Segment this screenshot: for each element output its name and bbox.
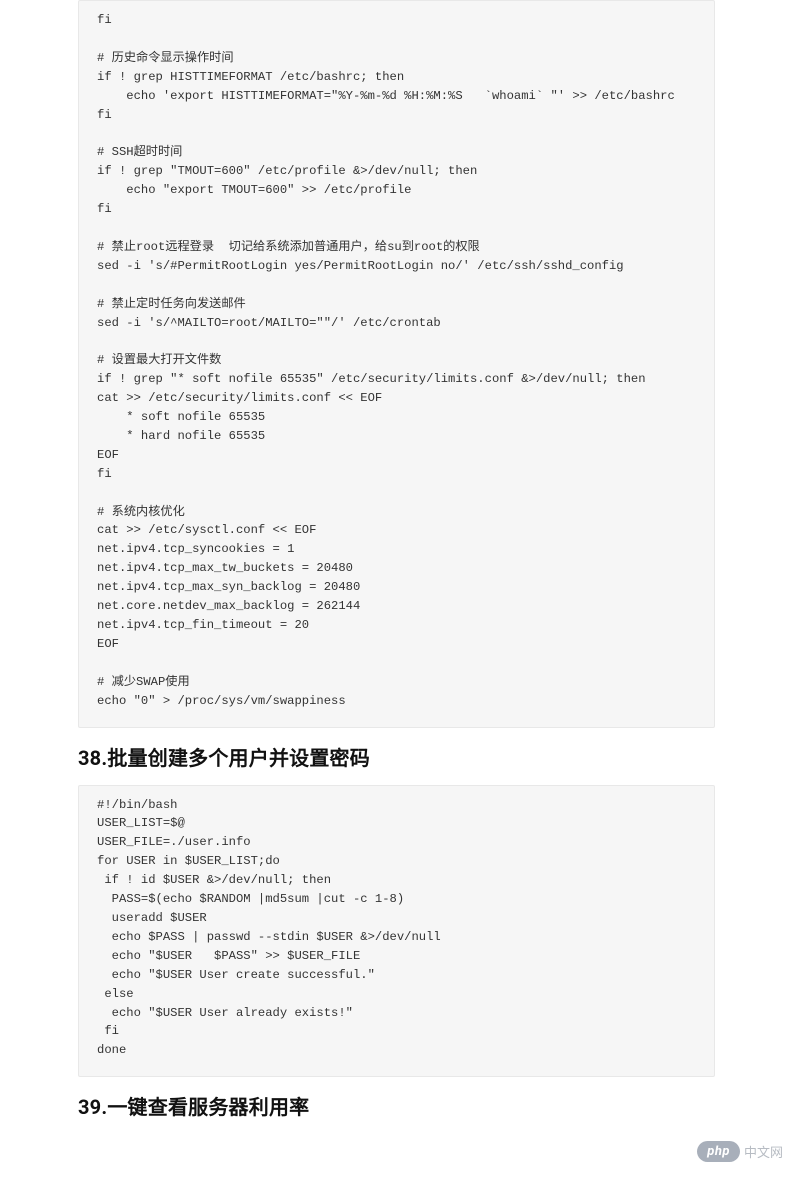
section-heading-38: 38.批量创建多个用户并设置密码 <box>78 742 715 771</box>
section-heading-39: 39.一键查看服务器利用率 <box>78 1091 715 1120</box>
code-text: fi # 历史命令显示操作时间 if ! grep HISTTIMEFORMAT… <box>97 11 696 711</box>
code-block-2: #!/bin/bash USER_LIST=$@ USER_FILE=./use… <box>78 785 715 1078</box>
php-badge-icon: php <box>697 1141 740 1162</box>
code-text: #!/bin/bash USER_LIST=$@ USER_FILE=./use… <box>97 796 696 1061</box>
watermark-text: 中文网 <box>744 1142 783 1161</box>
code-block-1: fi # 历史命令显示操作时间 if ! grep HISTTIMEFORMAT… <box>78 0 715 728</box>
watermark: php 中文网 <box>697 1141 783 1162</box>
